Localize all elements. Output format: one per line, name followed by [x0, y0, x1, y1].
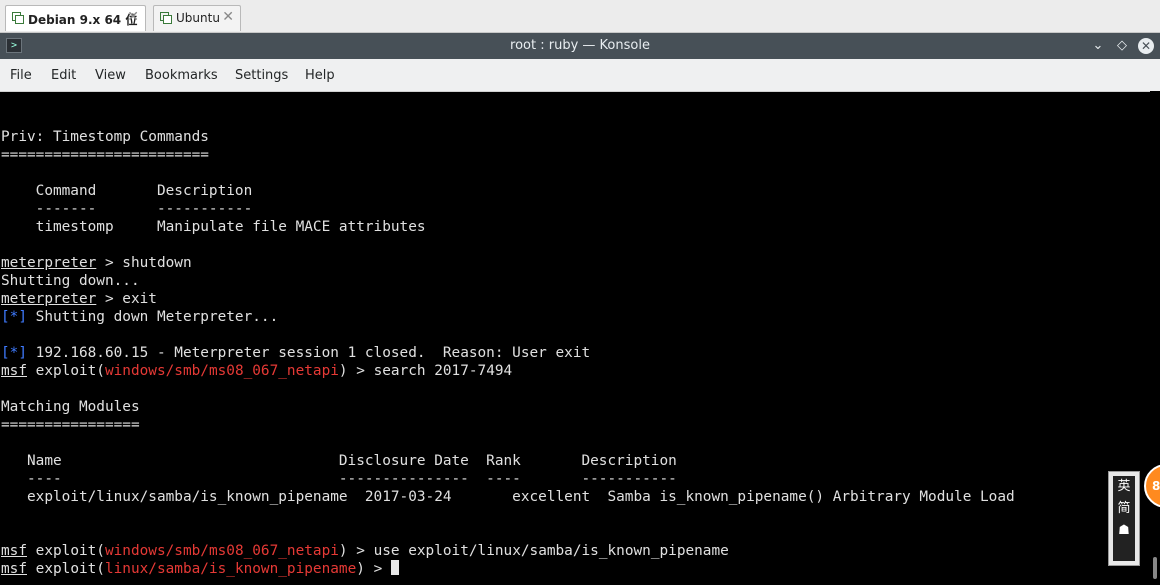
- menu-help[interactable]: Help: [305, 68, 335, 83]
- prompt-meterpreter: meterpreter: [1, 255, 97, 271]
- menu-settings[interactable]: Settings: [235, 68, 288, 83]
- prompt-exploit: exploit(: [27, 363, 105, 379]
- tab-label: Ubuntu: [176, 11, 220, 25]
- command-text: > exit: [96, 291, 157, 307]
- command-text: > shutdown: [96, 255, 192, 271]
- scrollbar-thumb[interactable]: [1153, 557, 1157, 579]
- window-titlebar[interactable]: > root : ruby — Konsole ⌄ ◇ ✕: [0, 33, 1160, 59]
- command-text: ) >: [356, 561, 391, 577]
- terminal-line: [*] 192.168.60.15 - Meterpreter session …: [1, 344, 590, 362]
- terminal-output[interactable]: Priv: Timestomp Commands ===============…: [1, 91, 1149, 585]
- terminal-line: Priv: Timestomp Commands: [1, 129, 209, 145]
- vm-icon: [160, 12, 172, 24]
- terminal-line: exploit/linux/samba/is_known_pipename 20…: [1, 489, 1015, 505]
- text-cursor: [390, 560, 399, 575]
- prompt-meterpreter: meterpreter: [1, 291, 97, 307]
- module-name: windows/smb/ms08_067_netapi: [104, 543, 339, 559]
- ime-badge-text: 英 简 ☗: [1113, 476, 1135, 561]
- status-text: 192.168.60.15 - Meterpreter session 1 cl…: [27, 345, 591, 361]
- terminal-line: msf exploit(linux/samba/is_known_pipenam…: [1, 560, 399, 578]
- menu-bookmarks[interactable]: Bookmarks: [145, 68, 218, 83]
- menu-edit[interactable]: Edit: [51, 68, 76, 83]
- prompt-msf: msf: [1, 561, 27, 577]
- close-icon[interactable]: ✕: [222, 9, 234, 25]
- tab-debian[interactable]: Debian 9.x 64 位 ✕: [5, 5, 146, 31]
- window-title: root : ruby — Konsole: [510, 38, 650, 53]
- prompt-msf: msf: [1, 543, 27, 559]
- status-marker: [*]: [1, 309, 27, 325]
- module-name: linux/samba/is_known_pipename: [104, 561, 357, 577]
- terminal-line: [*] Shutting down Meterpreter...: [1, 308, 278, 326]
- vm-tab-bar: Debian 9.x 64 位 ✕ Ubuntu ✕: [0, 0, 1160, 33]
- close-icon[interactable]: ✕: [127, 9, 139, 25]
- terminal-line: ---- --------------- ---- -----------: [1, 471, 677, 487]
- menu-view[interactable]: View: [95, 68, 126, 83]
- terminal-line: Name Disclosure Date Rank Description: [1, 453, 677, 469]
- tab-label: Debian 9.x 64 位: [28, 13, 138, 27]
- status-text: Shutting down Meterpreter...: [27, 309, 279, 325]
- terminal-line: Command Description: [1, 183, 253, 199]
- terminal-scrollbar[interactable]: [1150, 91, 1160, 585]
- prompt-exploit: exploit(: [27, 543, 105, 559]
- menu-file[interactable]: File: [10, 68, 32, 83]
- ime-toolbar[interactable]: 英 简 ☗: [1108, 471, 1140, 566]
- terminal-line: msf exploit(windows/smb/ms08_067_netapi)…: [1, 542, 729, 560]
- terminal-line: msf exploit(windows/smb/ms08_067_netapi)…: [1, 362, 512, 380]
- module-name: windows/smb/ms08_067_netapi: [104, 363, 339, 379]
- vm-icon: [12, 12, 24, 24]
- terminal-line: ========================: [1, 147, 209, 163]
- command-text: ) > use exploit/linux/samba/is_known_pip…: [338, 543, 729, 559]
- terminal-line: ------- -----------: [1, 201, 253, 217]
- minimize-icon[interactable]: ⌄: [1089, 37, 1107, 55]
- close-window-icon[interactable]: ✕: [1138, 38, 1154, 54]
- maximize-icon[interactable]: ◇: [1113, 37, 1131, 55]
- terminal-line: timestomp Manipulate file MACE attribute…: [1, 219, 426, 235]
- terminal-line: ================: [1, 417, 140, 433]
- status-marker: [*]: [1, 345, 27, 361]
- prompt-exploit: exploit(: [27, 561, 105, 577]
- terminal-line: Shutting down...: [1, 273, 140, 289]
- terminal-line: meterpreter > exit: [1, 290, 157, 308]
- terminal-line: Matching Modules: [1, 399, 140, 415]
- terminal-line: meterpreter > shutdown: [1, 254, 192, 272]
- prompt-msf: msf: [1, 363, 27, 379]
- command-text: ) > search 2017-7494: [338, 363, 513, 379]
- menu-bar: File Edit View Bookmarks Settings Help: [0, 59, 1160, 92]
- tab-ubuntu[interactable]: Ubuntu ✕: [153, 5, 241, 31]
